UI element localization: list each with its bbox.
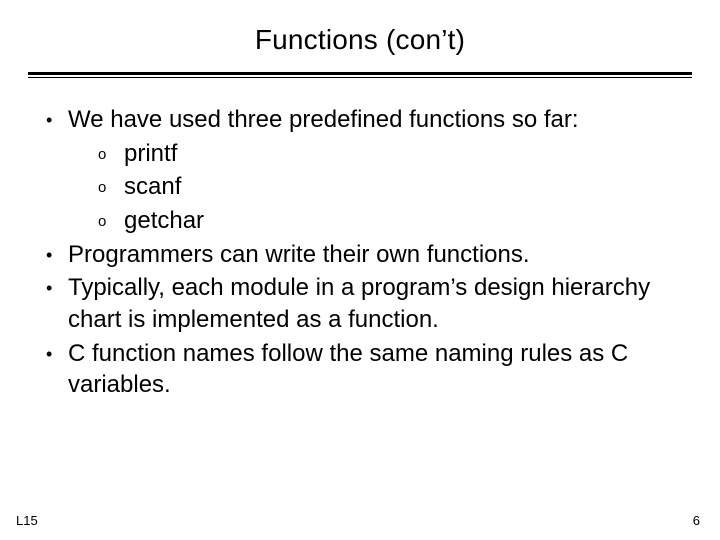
bullet-item: • C function names follow the same namin… xyxy=(46,338,692,401)
page-number: 6 xyxy=(693,513,700,528)
bullet-text: C function names follow the same naming … xyxy=(68,338,692,401)
bullet-dot-icon: • xyxy=(46,104,68,136)
bullet-text: Programmers can write their own function… xyxy=(68,239,692,271)
divider-thin xyxy=(28,77,692,78)
bullet-item: • We have used three predefined function… xyxy=(46,104,692,136)
bullet-dot-icon: • xyxy=(46,272,68,335)
divider-thick xyxy=(28,72,692,75)
bullet-item: • Programmers can write their own functi… xyxy=(46,239,692,271)
sub-list: o printf o scanf o getchar xyxy=(46,138,692,237)
bullet-dot-icon: • xyxy=(46,338,68,401)
sub-bullet-icon: o xyxy=(98,205,124,237)
sub-bullet-icon: o xyxy=(98,171,124,203)
slide: Functions (con’t) • We have used three p… xyxy=(0,0,720,540)
slide-title: Functions (con’t) xyxy=(28,24,692,56)
sub-bullet-icon: o xyxy=(98,138,124,170)
sub-bullet-item: o printf xyxy=(98,138,692,170)
sub-bullet-text: scanf xyxy=(124,171,692,203)
sub-bullet-text: getchar xyxy=(124,205,692,237)
sub-bullet-text: printf xyxy=(124,138,692,170)
bullet-item: • Typically, each module in a program’s … xyxy=(46,272,692,335)
sub-bullet-item: o getchar xyxy=(98,205,692,237)
bullet-text: Typically, each module in a program’s de… xyxy=(68,272,692,335)
footer-left: L15 xyxy=(16,513,38,528)
sub-bullet-item: o scanf xyxy=(98,171,692,203)
content-area: • We have used three predefined function… xyxy=(28,104,692,401)
bullet-text: We have used three predefined functions … xyxy=(68,104,692,136)
bullet-dot-icon: • xyxy=(46,239,68,271)
